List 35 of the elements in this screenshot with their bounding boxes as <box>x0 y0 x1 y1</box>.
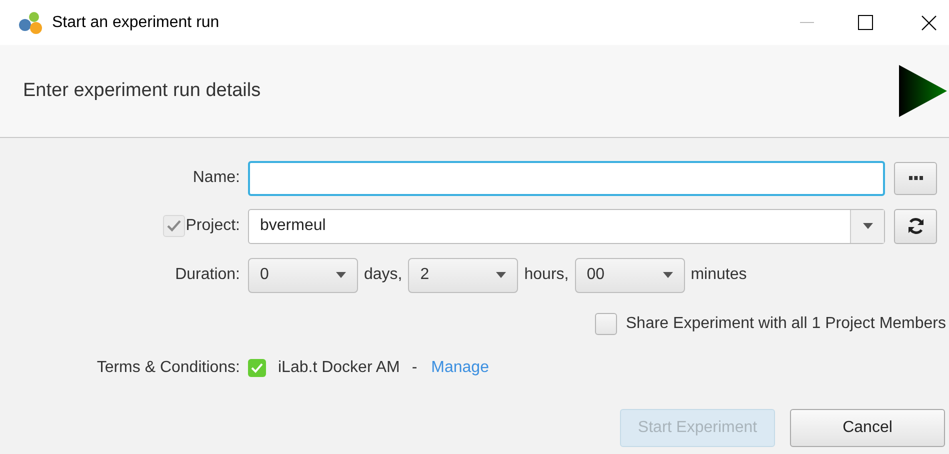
close-icon[interactable] <box>921 14 937 30</box>
refresh-icon <box>906 217 924 235</box>
project-value: bvermeul <box>259 216 327 236</box>
duration-label: Duration: <box>174 265 241 285</box>
check-icon <box>251 363 263 373</box>
more-icon <box>908 176 922 180</box>
maximize-icon[interactable] <box>858 15 873 30</box>
terms-label: Terms & Conditions: <box>96 358 241 378</box>
share-checkbox[interactable] <box>594 313 617 335</box>
project-label: Project: <box>186 216 240 236</box>
browse-button[interactable] <box>894 162 937 194</box>
separator-text: - <box>412 358 418 378</box>
refresh-button[interactable] <box>894 208 937 244</box>
duration-unit: days, <box>364 265 402 285</box>
check-icon <box>166 220 181 232</box>
dialog-button[interactable]: Cancel <box>790 409 945 447</box>
app-logo-icon <box>18 10 44 34</box>
minimize-icon[interactable] <box>800 22 814 24</box>
name-label: Name: <box>192 168 241 188</box>
duration-dropdown[interactable]: 00 <box>574 258 685 292</box>
caret-icon <box>496 272 506 278</box>
duration-unit: hours, <box>524 265 569 285</box>
share-label: Share Experiment with all 1 Project Members <box>626 314 946 334</box>
duration-dropdown[interactable]: 0 <box>248 258 358 292</box>
caret-icon <box>336 272 346 278</box>
caret-icon <box>862 223 872 229</box>
name-field[interactable] <box>248 160 885 196</box>
caret-icon <box>662 272 673 278</box>
terms-checkbox[interactable] <box>248 359 266 377</box>
duration-unit: minutes <box>690 265 747 285</box>
terms-item: iLab.t Docker AM <box>278 358 400 378</box>
header-title: Enter experiment run details <box>23 78 261 103</box>
duration-dropdown[interactable]: 2 <box>408 258 518 292</box>
window-title: Start an experiment run <box>52 12 220 32</box>
play-icon <box>899 65 947 117</box>
